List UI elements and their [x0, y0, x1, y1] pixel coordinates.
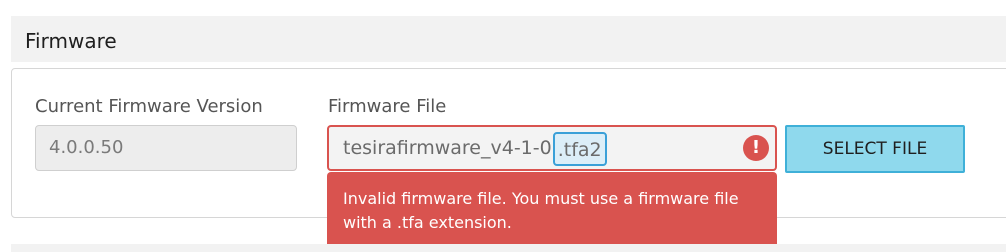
exclamation-circle-icon: !: [743, 135, 769, 161]
select-file-button[interactable]: SELECT FILE: [785, 125, 965, 173]
firmware-file-label: Firmware File: [328, 96, 447, 117]
file-extension-selection: .tfa2: [552, 131, 607, 166]
file-name-base: tesirafirmware_v4-1-0: [343, 137, 552, 159]
firmware-file-value: tesirafirmware_v4-1-0 .tfa2: [343, 127, 607, 169]
current-version-field: 4.0.0.50: [35, 125, 297, 171]
next-section-header: [11, 244, 1006, 252]
section-title: Firmware: [25, 29, 117, 53]
section-header: Firmware: [11, 16, 1006, 62]
firmware-file-input[interactable]: tesirafirmware_v4-1-0 .tfa2 !: [327, 125, 777, 171]
current-version-label: Current Firmware Version: [35, 96, 263, 117]
firmware-page: Firmware Current Firmware Version 4.0.0.…: [0, 0, 1006, 252]
error-tooltip: Invalid firmware file. You must use a fi…: [327, 172, 777, 248]
